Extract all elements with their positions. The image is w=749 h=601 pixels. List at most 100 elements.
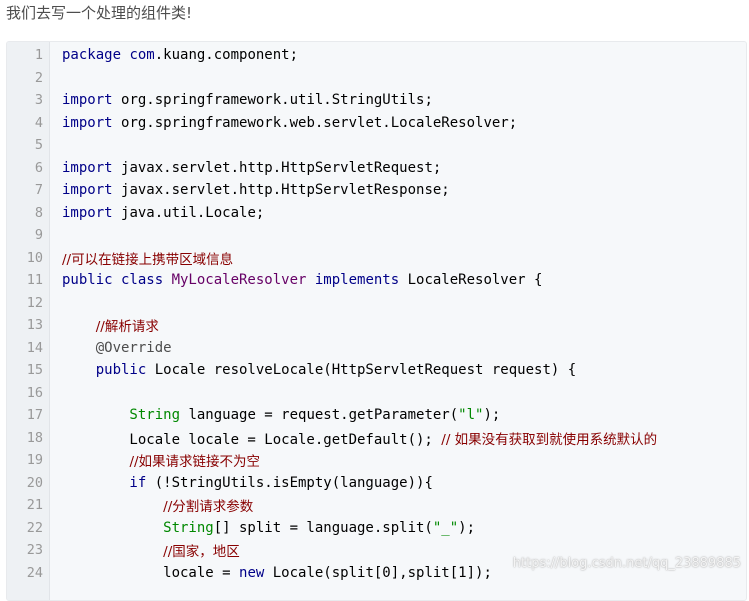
line-number: 16 [26,384,43,401]
line-number: 6 [34,159,43,176]
line-number: 5 [34,137,43,154]
code-line: 16 [7,382,746,405]
code-token: public [62,362,155,379]
line-number: 9 [34,227,43,244]
code-token: java.util.Locale; [121,204,265,221]
code-token: [] split = language.split( [213,519,433,536]
code-block: 1 package com.kuang.component; 2 3 import or… [6,41,747,601]
code-token: //分割请求参数 [163,499,254,516]
code-token: public class [62,272,172,289]
code-token: String [62,407,189,424]
code-line: 2 [7,67,746,90]
code-token: ); [483,407,501,424]
code-text: public Locale resolveLocale(HttpServletR… [62,362,576,378]
code-token: MyLocaleResolver [171,272,315,289]
code-text: if (!StringUtils.isEmpty(language)){ [62,474,433,491]
code-token: @Override [62,339,172,356]
code-line: 6 import javax.servlet.http.HttpServletRe… [7,157,746,180]
code-text: import javax.servlet.http.HttpServletReq… [62,160,441,176]
code-token: javax.servlet.http.HttpServletResponse; [121,182,450,199]
code-lines: 1 package com.kuang.component; 2 3 import or… [7,44,746,584]
code-text: @Override [62,340,172,356]
line-number: 24 [26,564,43,581]
code-token: String [62,519,214,536]
line-number: 19 [26,452,43,469]
line-number: 10 [26,249,43,266]
code-token: language = request.getParameter( [188,407,459,424]
line-number: 1 [34,47,43,64]
code-text: String[] split = language.split("_"); [62,520,475,536]
code-token: locale = [62,564,240,581]
intro-text: 我们去写一个处理的组件类! [6,4,193,22]
code-text: import javax.servlet.http.HttpServletRes… [62,182,450,198]
code-token: "l" [458,407,484,424]
code-token: import [62,204,122,221]
code-line: 1 package com.kuang.component; [7,44,746,67]
code-text: //分割请求参数 [62,495,253,515]
code-line: 9 [7,224,746,247]
code-token: Locale locale = Locale.getDefault(); [62,431,442,448]
code-line: 14 @Override [7,337,746,360]
code-text: //解析请求 [62,315,159,335]
code-text: String language = request.getParameter("… [62,407,500,423]
code-token: "_" [432,519,459,536]
code-line: 11 public class MyLocaleResolver implemen… [7,269,746,292]
line-number: 12 [26,294,43,311]
code-line: 13 //解析请求 [7,314,746,337]
line-number: 2 [34,69,43,86]
code-token: Locale(split[0],split[1]); [272,564,492,581]
code-text: //可以在链接上携带区域信息 [62,248,233,268]
code-line: 21 //分割请求参数 [7,494,746,517]
code-text: //国家，地区 [62,540,240,560]
code-text: locale = new Locale(split[0],split[1]); [62,565,492,581]
code-line: 22 String[] split = language.split("_"); [7,517,746,540]
code-text: //如果请求链接不为空 [62,450,260,470]
code-text: Locale locale = Locale.getDefault(); // … [62,428,657,448]
code-text: public class MyLocaleResolver implements… [62,272,542,288]
code-line: 8 import java.util.Locale; [7,202,746,225]
code-token: com [129,47,155,64]
code-line: 17 String language = request.getParamete… [7,404,746,427]
code-token: new [239,564,273,581]
watermark: https://blog.csdn.net/qq_23889885 [512,556,741,571]
code-text: import org.springframework.web.servlet.L… [62,115,517,131]
code-token: Locale resolveLocale(HttpServletRequest … [154,362,577,379]
code-token: if [62,474,155,491]
code-line: 10 //可以在链接上携带区域信息 [7,247,746,270]
line-number: 20 [26,474,43,491]
code-token: import [62,114,122,131]
line-number: 11 [26,272,43,289]
line-number: 7 [34,182,43,199]
line-number: 3 [34,92,43,109]
code-line: 4 import org.springframework.web.servlet.… [7,112,746,135]
code-token: ); [458,519,476,536]
code-line: 19 //如果请求链接不为空 [7,449,746,472]
code-line: 3 import org.springframework.util.StringU… [7,89,746,112]
line-number: 18 [26,429,43,446]
code-token: .kuang.component; [154,47,299,64]
code-token: package [62,47,130,64]
code-token: javax.servlet.http.HttpServletRequest; [121,159,442,176]
code-line: 12 [7,292,746,315]
line-number: 8 [34,204,43,221]
code-token: LocaleResolver { [407,272,543,289]
line-number: 23 [26,542,43,559]
code-token: implements [314,272,408,289]
line-number: 21 [26,497,43,514]
code-token: //解析请求 [95,319,159,336]
code-token: import [62,159,122,176]
code-text: import java.util.Locale; [62,205,264,221]
code-line: 5 [7,134,746,157]
line-number: 13 [26,317,43,334]
code-text: package com.kuang.component; [62,47,298,63]
code-token: org.springframework.web.servlet.LocaleRe… [121,114,518,131]
line-number: 15 [26,362,43,379]
line-number: 17 [26,407,43,424]
line-number: 22 [26,519,43,536]
code-token: (!StringUtils.isEmpty(language)){ [154,474,433,491]
code-line: 15 public Locale resolveLocale(HttpServl… [7,359,746,382]
